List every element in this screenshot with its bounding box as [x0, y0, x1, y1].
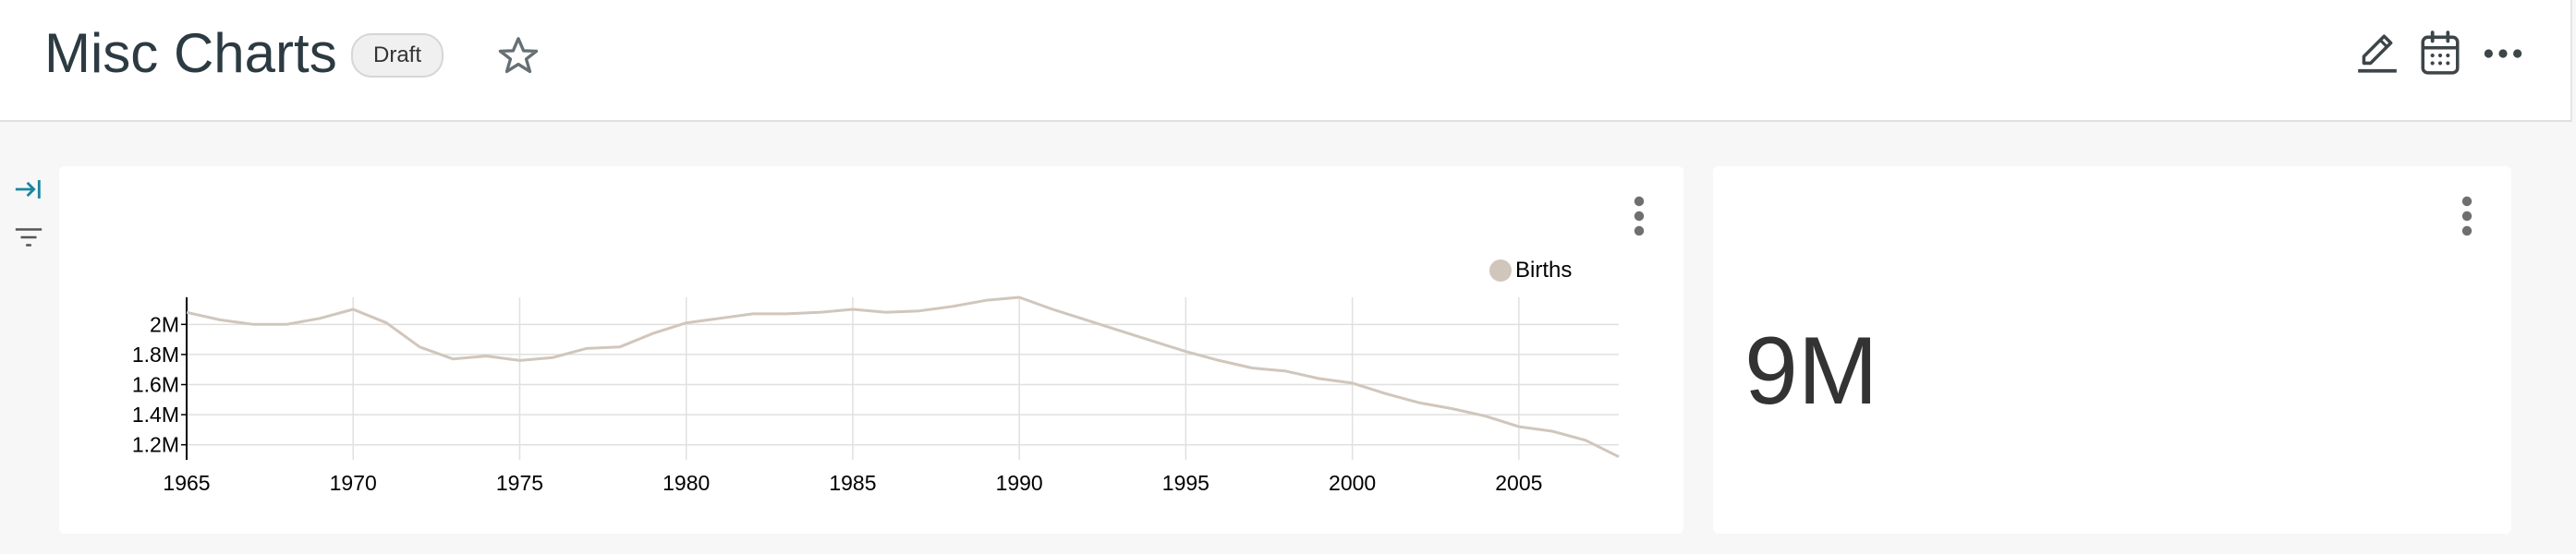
- big-number-value: 9M: [1744, 318, 1878, 425]
- dashboard: Misc Charts Draft Births 1965 1970 1975 …: [0, 0, 2576, 554]
- series-line-births: [186, 295, 1620, 459]
- x-tick-label: 2000: [1329, 471, 1376, 495]
- x-tick-label: 1965: [163, 471, 210, 495]
- x-tick-label: 1990: [996, 471, 1043, 495]
- kebab-icon[interactable]: [2458, 196, 2476, 236]
- x-tick-label: 1980: [662, 471, 710, 495]
- y-tick-label: 1.2M: [132, 433, 179, 457]
- y-tick-label: 1.4M: [132, 403, 179, 427]
- x-tick-label: 1975: [496, 471, 543, 495]
- x-tick-label: 1995: [1162, 471, 1209, 495]
- x-tick-label: 1985: [829, 471, 876, 495]
- y-tick-label: 1.6M: [132, 373, 179, 397]
- y-tick-label: 2M: [150, 312, 179, 336]
- y-tick-label: 1.8M: [132, 343, 179, 367]
- x-tick-label: 1970: [330, 471, 377, 495]
- x-tick-label: 2005: [1495, 471, 1542, 495]
